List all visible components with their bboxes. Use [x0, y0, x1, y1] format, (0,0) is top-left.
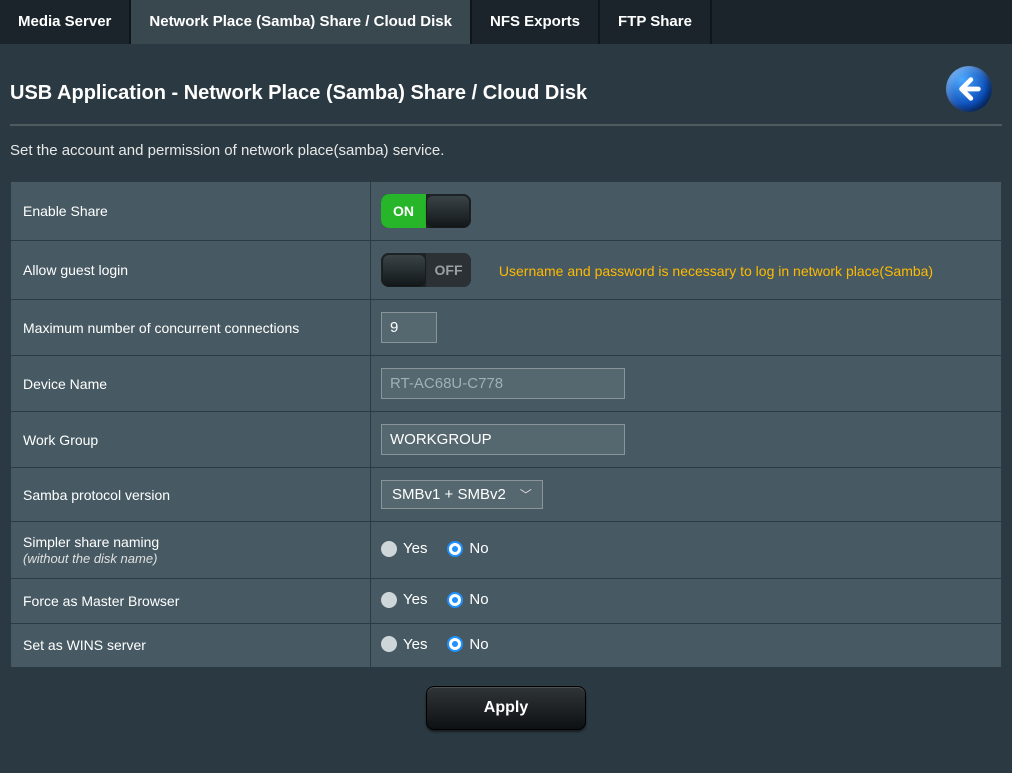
radio-label-yes: Yes: [403, 591, 427, 608]
label-simpler-naming-main: Simpler share naming: [23, 534, 159, 550]
tab-bar: Media Server Network Place (Samba) Share…: [0, 0, 1012, 44]
radio-icon: [447, 592, 463, 608]
back-button[interactable]: [946, 66, 992, 112]
select-smb-version-value: SMBv1 + SMBv2: [392, 486, 506, 503]
label-allow-guest: Allow guest login: [11, 241, 371, 300]
radio-label-no: No: [469, 591, 488, 608]
toggle-enable-share[interactable]: ON OFF: [381, 194, 471, 228]
radio-wins-no[interactable]: No: [447, 636, 488, 653]
label-wins-server: Set as WINS server: [11, 623, 371, 668]
label-enable-share: Enable Share: [11, 182, 371, 241]
input-device-name[interactable]: [381, 368, 625, 399]
radio-icon: [381, 636, 397, 652]
label-master-browser: Force as Master Browser: [11, 579, 371, 624]
radio-label-no: No: [469, 636, 488, 653]
toggle-allow-guest[interactable]: ON OFF: [381, 253, 471, 287]
label-max-connections: Maximum number of concurrent connections: [11, 300, 371, 356]
toggle-off-text: OFF: [426, 253, 471, 287]
tab-ftp-share[interactable]: FTP Share: [600, 0, 712, 44]
input-workgroup[interactable]: [381, 424, 625, 455]
hint-allow-guest: Username and password is necessary to lo…: [499, 261, 933, 282]
radio-master-yes[interactable]: Yes: [381, 591, 427, 608]
radio-icon: [447, 541, 463, 557]
toggle-knob: [427, 196, 469, 226]
radio-master-no[interactable]: No: [447, 591, 488, 608]
chevron-down-icon: ﹀: [520, 486, 532, 503]
radio-label-yes: Yes: [403, 540, 427, 557]
tab-media-server[interactable]: Media Server: [0, 0, 131, 44]
radio-icon: [447, 636, 463, 652]
label-device-name: Device Name: [11, 356, 371, 412]
tab-nfs-exports[interactable]: NFS Exports: [472, 0, 600, 44]
tab-samba[interactable]: Network Place (Samba) Share / Cloud Disk: [131, 0, 472, 44]
label-workgroup: Work Group: [11, 412, 371, 468]
back-arrow-icon: [954, 74, 984, 104]
radio-icon: [381, 592, 397, 608]
divider: [10, 124, 1002, 126]
page-title: USB Application - Network Place (Samba) …: [10, 82, 946, 105]
radio-icon: [381, 541, 397, 557]
radio-simpler-no[interactable]: No: [447, 540, 488, 557]
radio-wins-yes[interactable]: Yes: [381, 636, 427, 653]
radio-simpler-yes[interactable]: Yes: [381, 540, 427, 557]
toggle-on-text: ON: [381, 194, 426, 228]
page-description: Set the account and permission of networ…: [10, 138, 1002, 181]
apply-button[interactable]: Apply: [426, 686, 586, 730]
radio-label-no: No: [469, 540, 488, 557]
radio-label-yes: Yes: [403, 636, 427, 653]
label-smb-version: Samba protocol version: [11, 468, 371, 522]
label-simpler-naming-sub: (without the disk name): [23, 551, 157, 566]
input-max-connections[interactable]: [381, 312, 437, 343]
select-smb-version[interactable]: SMBv1 + SMBv2 ﹀: [381, 480, 543, 509]
label-simpler-naming: Simpler share naming (without the disk n…: [11, 522, 371, 579]
settings-table: Enable Share ON OFF Allow guest login ON…: [10, 181, 1002, 668]
toggle-knob: [383, 255, 425, 285]
